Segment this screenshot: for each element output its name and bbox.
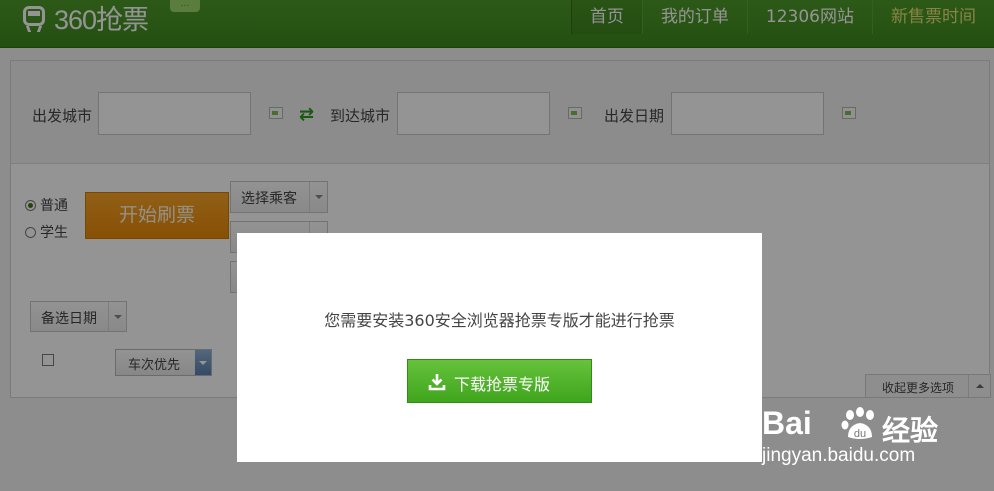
baidu-jingyan-watermark: Bai du 经验 jingyan.baidu.com xyxy=(762,405,994,491)
install-dialog: 您需要安装360安全浏览器抢票专版才能进行抢票 下载抢票专版 xyxy=(237,233,762,462)
watermark-brand: Bai xyxy=(762,405,812,441)
watermark-url: jingyan.baidu.com xyxy=(762,445,916,466)
paw-icon: du xyxy=(841,407,874,440)
download-button[interactable]: 下载抢票专版 xyxy=(407,359,592,403)
dialog-message: 您需要安装360安全浏览器抢票专版才能进行抢票 xyxy=(324,311,675,330)
svg-text:du: du xyxy=(854,428,866,440)
download-icon xyxy=(428,374,446,391)
watermark-brand-cn: 经验 xyxy=(882,414,939,447)
